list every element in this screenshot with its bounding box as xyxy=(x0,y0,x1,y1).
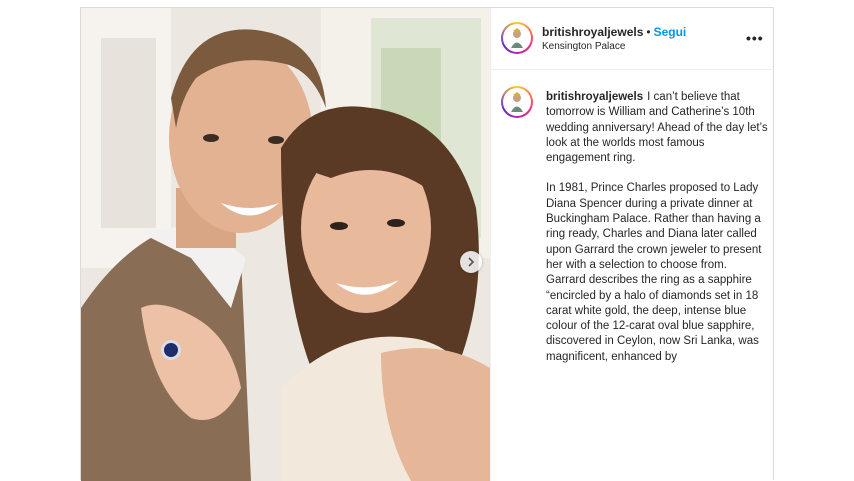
chevron-right-icon xyxy=(468,257,475,267)
caption-username[interactable]: britishroyaljewels xyxy=(546,91,643,103)
avatar-image xyxy=(503,24,531,52)
post-caption: britishroyaljewels I can’t believe that t… xyxy=(546,90,768,380)
next-image-button[interactable] xyxy=(460,251,482,273)
royal-figure-icon xyxy=(511,28,523,48)
caption-avatar-image xyxy=(503,88,531,116)
header-user-line: britishroyaljewels • Segui xyxy=(542,25,686,39)
more-options-icon[interactable]: ••• xyxy=(746,30,764,46)
post-location[interactable]: Kensington Palace xyxy=(542,41,625,52)
couple-photo xyxy=(81,8,490,481)
separator-dot: • xyxy=(646,25,651,39)
profile-avatar[interactable] xyxy=(501,22,533,54)
caption-paragraph-2: In 1981, Prince Charles proposed to Lady… xyxy=(546,182,762,363)
instagram-post: britishroyaljewels • Segui Kensington Pala… xyxy=(80,7,774,481)
follow-button[interactable]: Segui xyxy=(654,25,687,39)
header-username[interactable]: britishroyaljewels xyxy=(542,25,643,39)
caption-paragraph-1: britishroyaljewels I can’t believe that t… xyxy=(546,90,768,166)
post-header: britishroyaljewels • Segui Kensington Pala… xyxy=(491,8,774,70)
post-photo[interactable] xyxy=(81,8,490,481)
caption-avatar[interactable] xyxy=(501,86,533,118)
royal-figure-icon xyxy=(511,92,523,112)
post-sidebar: britishroyaljewels • Segui Kensington Pala… xyxy=(490,8,774,481)
